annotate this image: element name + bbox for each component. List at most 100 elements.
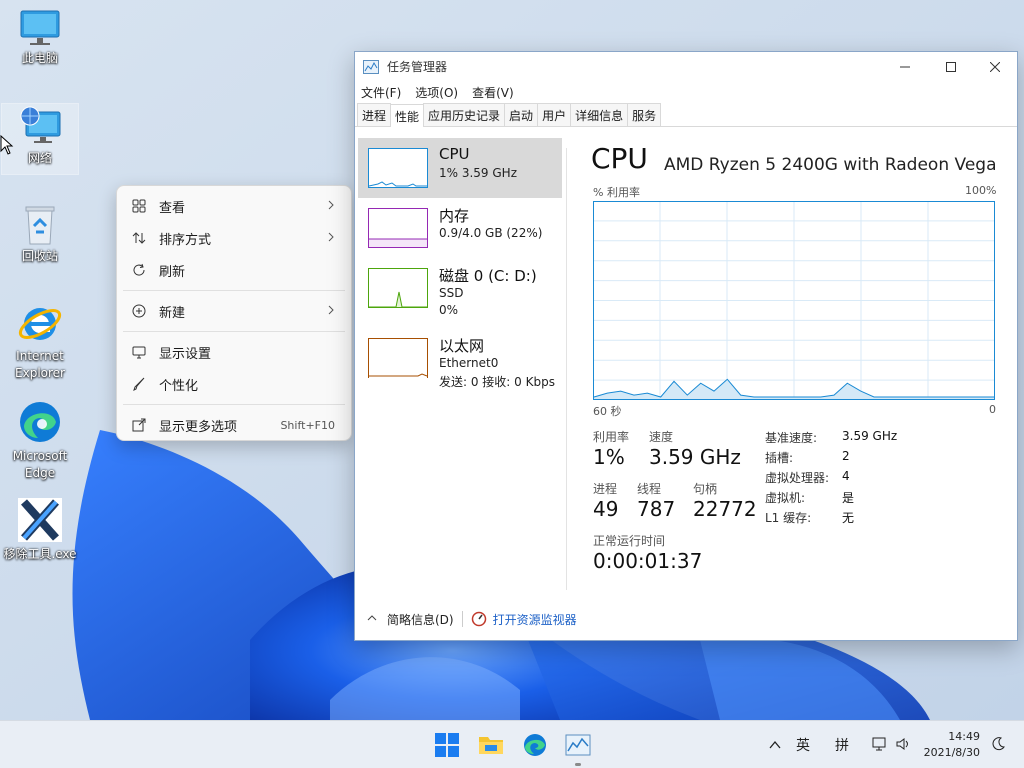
utilization-value: 1% [593,445,625,469]
folder-icon [479,737,503,754]
windows-logo-icon [435,733,459,757]
menu-item-new[interactable]: 新建 [117,295,351,327]
spec-label-virtual-machine: 虚拟机: [765,491,806,505]
tab-services[interactable]: 服务 [627,103,662,126]
menu-item-view[interactable]: 查看 [117,190,351,222]
grid-icon [131,198,147,214]
threads-label: 线程 [637,482,662,496]
uptime-label: 正常运行时间 [593,534,666,548]
brush-icon [131,376,147,392]
file-explorer-button[interactable] [475,729,507,761]
network-icon[interactable] [872,737,888,751]
resource-name: 以太网 [439,337,485,355]
tab-bar: 进程 性能 应用历史记录 启动 用户 详细信息 服务 [355,103,1017,127]
menu-item-label: 个性化 [159,378,199,394]
tab-users[interactable]: 用户 [537,103,572,126]
removal-tool-icon [18,498,62,542]
menu-item-label: 新建 [159,305,186,321]
task-manager-icon [565,734,591,756]
resource-item-ethernet[interactable]: 以太网 Ethernet0 发送: 0 接收: 0 Kbps [358,328,562,389]
tab-details[interactable]: 详细信息 [570,103,629,126]
resource-usage: 0.9/4.0 GB (22%) [439,226,543,240]
chevron-up-icon[interactable] [769,740,781,749]
resource-item-cpu[interactable]: CPU 1% 3.59 GHz [358,138,562,198]
desktop-context-menu: 查看 排序方式 刷新 新建 显示设置 个性化 显示更多选项 Shift+F10 [116,185,352,441]
title-bar[interactable]: 任务管理器 [355,52,1017,81]
memory-thumbnail-graph [368,208,428,248]
running-indicator [575,763,581,766]
speed-value: 3.59 GHz [649,445,741,469]
resource-usage: 发送: 0 接收: 0 Kbps [439,375,555,389]
footer-divider [461,611,463,627]
resource-list: CPU 1% 3.59 GHz 内存 0.9/4.0 GB (22%) 磁盘 0… [358,136,564,606]
resource-monitor-icon [471,611,486,627]
maximize-button[interactable] [928,52,974,81]
menu-item-personalize[interactable]: 个性化 [117,368,351,400]
menu-separator [123,290,345,291]
fewer-details-button[interactable]: 简略信息(D) [387,611,454,628]
speed-label: 速度 [649,430,674,444]
desktop-icon-internet-explorer[interactable]: Internet Explorer [2,300,78,386]
menu-view[interactable]: 查看(V) [472,84,514,101]
menu-separator [123,331,345,332]
disk-thumbnail-graph [368,268,428,308]
menu-item-show-more-options[interactable]: 显示更多选项 Shift+F10 [117,409,351,441]
cpu-model: AMD Ryzen 5 2400G with Radeon Vega G... [664,155,996,175]
chevron-right-icon [328,305,334,315]
tab-performance[interactable]: 性能 [390,104,425,127]
recycle-bin-icon [25,206,55,245]
spec-label-base-speed: 基准速度: [765,431,818,445]
display-icon [131,344,147,360]
clock[interactable]: 14:49 2021/8/30 [924,729,980,761]
menu-item-label: 刷新 [159,264,186,280]
desktop-icon-removal-tool[interactable]: 移除工具.exe [2,496,78,566]
open-resource-monitor-link[interactable]: 打开资源监视器 [493,611,577,628]
spec-value-base-speed: 3.59 GHz [842,429,898,443]
task-manager-taskbar-button[interactable] [562,729,594,761]
tab-app-history[interactable]: 应用历史记录 [423,103,506,126]
menu-item-label: 排序方式 [159,232,212,248]
edge-taskbar-button[interactable] [519,729,551,761]
ethernet-thumbnail-graph [368,338,428,378]
tab-processes[interactable]: 进程 [357,103,392,126]
spec-label-l1-cache: L1 缓存: [765,511,812,525]
desktop-icon-this-pc[interactable]: 此电脑 [2,8,78,72]
task-manager-icon [363,59,379,74]
menu-item-display-settings[interactable]: 显示设置 [117,336,351,368]
resource-item-memory[interactable]: 内存 0.9/4.0 GB (22%) [358,198,562,258]
spec-value-l1-cache: 无 [842,511,855,525]
volume-icon[interactable] [896,737,912,751]
resource-name: CPU [439,145,470,163]
minimize-button[interactable] [882,52,928,81]
tab-startup[interactable]: 启动 [504,103,539,126]
chevron-right-icon [328,200,334,210]
clock-date: 2021/8/30 [923,746,980,759]
open-external-icon [131,417,147,433]
desktop-icon-recycle-bin[interactable]: 回收站 [2,204,78,270]
quiet-hours-moon-icon[interactable] [990,736,1006,752]
resource-usage: 0% [439,303,459,317]
menu-options[interactable]: 选项(O) [415,84,458,101]
close-button[interactable] [972,52,1018,81]
desktop-icon-label: Microsoft Edge [12,449,68,480]
processes-label: 进程 [593,482,618,496]
ime-language[interactable]: 英 [796,735,810,755]
window-title: 任务管理器 [387,60,448,74]
close-icon [990,61,1000,72]
panel-divider [566,148,567,590]
plus-circle-icon [131,303,147,319]
cpu-thumbnail-graph [368,148,428,188]
resource-item-disk[interactable]: 磁盘 0 (C: D:) SSD 0% [358,258,562,318]
desktop-icon-label: 移除工具.exe [3,547,77,561]
desktop-icon-microsoft-edge[interactable]: Microsoft Edge [2,398,78,484]
start-button[interactable] [431,729,463,761]
menu-file[interactable]: 文件(F) [361,84,401,101]
utilization-label: 利用率 [593,430,630,444]
detail-title: CPU [591,142,648,175]
menu-item-sort-by[interactable]: 排序方式 [117,222,351,254]
task-manager-footer: 简略信息(D) 打开资源监视器 [355,604,1017,634]
spec-value-virtual-machine: 是 [842,491,855,505]
menu-item-refresh[interactable]: 刷新 [117,254,351,286]
graph-time-span: 60 秒 [593,405,622,418]
ime-mode[interactable]: 拼 [835,735,849,755]
